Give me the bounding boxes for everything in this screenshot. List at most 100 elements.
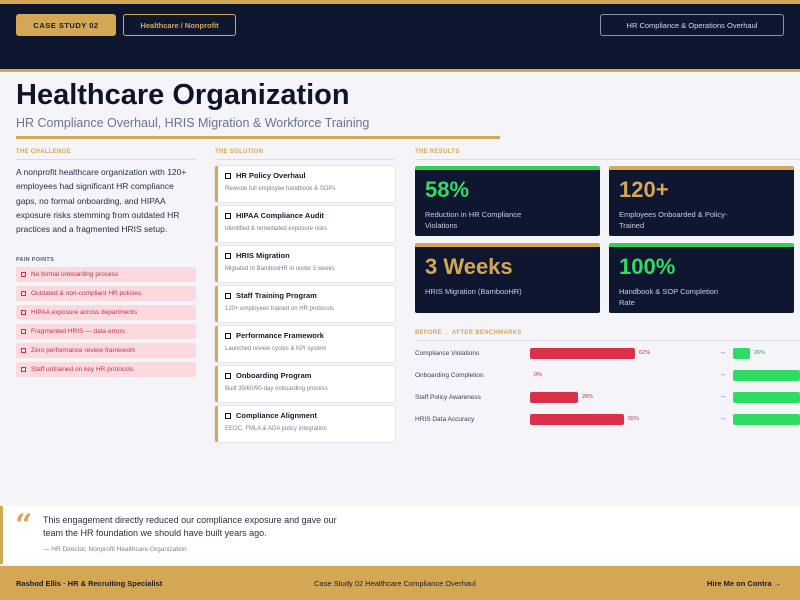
pain-point-label: Zero performance review framework [31,347,136,354]
pain-point-label: HIPAA exposure across departments [31,309,138,316]
result-value: 100% [619,254,676,279]
quote-icon: “ [15,508,33,543]
solution-title: HR Policy Overhaul [225,171,395,180]
pain-point-label: Outdated & non-compliant HR policies [31,290,142,297]
solution-heading: THE SOLUTION [215,149,395,160]
solution-description: Rewrote full employee handbook & SOPs [225,186,336,192]
title-divider [16,136,500,139]
arrow-right-icon: → [719,415,726,422]
arrow-right-icon: → [719,349,726,356]
solution-title: Performance Framework [225,331,395,340]
pain-point-item: Outdated & non-compliant HR policies [16,286,196,301]
after-value: 26% [754,350,766,356]
result-label: Reduction in HR Compliance Violations [425,210,522,230]
result-value: 58% [425,177,470,202]
checkbox-icon [21,367,26,372]
result-label: HRIS Migration (BambooHR) [425,287,522,296]
hire-me-link[interactable]: Hire Me on Contra → [707,579,781,588]
checkbox-icon [21,291,26,296]
benchmark-row: HRIS Data Accuracy 55% → [415,414,800,426]
header-bar: CASE STUDY 02 Healthcare / Nonprofit HR … [0,0,800,72]
before-bar [530,348,635,359]
result-value: 3 Weeks [425,254,513,279]
benchmark-label: Staff Policy Awareness [415,394,481,401]
testimonial-attribution: — HR Director, Nonprofit Healthcare Orga… [43,546,187,553]
solution-title-text: HIPAA Compliance Audit [236,211,325,220]
checkbox-icon [21,348,26,353]
pain-point-label: Staff untrained on key HR protocols [31,366,134,373]
testimonial: “ This engagement directly reduced our c… [0,506,800,564]
solution-title: HRIS Migration [225,251,395,260]
benchmark-label: HRIS Data Accuracy [415,416,475,423]
benchmark-row: Onboarding Completion 0% → [415,370,800,382]
checkbox-icon [225,252,231,259]
page-subtitle: HR Compliance Overhaul, HRIS Migration &… [16,116,370,130]
author-credit: Rashod Ellis · HR & Recruiting Specialis… [16,579,163,588]
arrow-right-icon: → [719,371,726,378]
benchmarks-heading: BEFORE → AFTER BENCHMARKS [415,330,800,341]
solution-card: Staff Training Program 120+ employees tra… [215,286,395,322]
before-value: 0% [534,372,542,378]
before-value: 55% [628,416,640,422]
result-label: Handbook & SOP Completion Rate [619,287,719,307]
checkbox-icon [225,332,231,339]
benchmark-row: Compliance Violations 62% → 26% [415,348,800,360]
benchmark-row: Staff Policy Awareness 28% → [415,392,800,404]
solution-card: HRIS Migration Migrated to BambooHR in un… [215,246,395,282]
solution-title: HIPAA Compliance Audit [225,211,395,220]
checkbox-icon [225,372,231,379]
project-tag[interactable]: HR Compliance & Operations Overhaul [600,14,784,36]
pain-points-heading: PAIN POINTS [16,257,55,263]
before-bar [530,414,624,425]
solution-card: HIPAA Compliance Audit Identified & remed… [215,206,395,242]
before-bar [530,392,578,403]
after-bar [733,414,800,425]
checkbox-icon [225,412,231,419]
before-value: 62% [639,350,651,356]
pain-point-label: Fragmented HRIS — data errors [31,328,125,335]
page-title: Healthcare Organization [16,79,350,111]
checkbox-icon [225,292,231,299]
footer-case-label: Case Study 02 Healthcare Compliance Over… [314,579,476,588]
pain-point-item: Staff untrained on key HR protocols [16,362,196,377]
solution-card: HR Policy Overhaul Rewrote full employee … [215,166,395,202]
result-card: 100% Handbook & SOP Completion Rate [609,243,794,313]
solution-title-text: Compliance Alignment [236,411,317,420]
challenge-heading: THE CHALLENGE [16,149,196,160]
solution-description: Identified & remediated exposure risks [225,226,328,232]
after-bar [733,348,750,359]
solution-title: Onboarding Program [225,371,395,380]
sector-tag[interactable]: Healthcare / Nonprofit [123,14,236,36]
before-value: 28% [582,394,594,400]
solution-title-text: HRIS Migration [236,251,290,260]
benchmark-label: Onboarding Completion [415,372,484,379]
solution-description: Migrated to BambooHR in under 3 weeks [225,266,335,272]
pain-point-item: No formal onboarding process [16,267,196,282]
solution-title-text: Staff Training Program [236,291,317,300]
solution-description: 120+ employees trained on HR protocols [225,306,334,312]
after-bar [733,392,800,403]
checkbox-icon [21,310,26,315]
pain-points-list: No formal onboarding process Outdated & n… [16,267,196,381]
after-bar [733,370,800,381]
solution-title-text: HR Policy Overhaul [236,171,306,180]
solution-description: EEOC, FMLA & ADA policy integration [225,426,327,432]
arrow-right-icon: → [719,393,726,400]
result-value: 120+ [619,177,669,202]
solution-title: Compliance Alignment [225,411,395,420]
pain-point-item: HIPAA exposure across departments [16,305,196,320]
footer-bar: Rashod Ellis · HR & Recruiting Specialis… [0,566,800,600]
solutions-list: HR Policy Overhaul Rewrote full employee … [215,166,395,446]
benchmark-label: Compliance Violations [415,350,480,357]
solution-card: Onboarding Program Built 30/60/90-day onb… [215,366,395,402]
pain-point-item: Fragmented HRIS — data errors [16,324,196,339]
checkbox-icon [21,329,26,334]
solution-card: Compliance Alignment EEOC, FMLA & ADA pol… [215,406,395,442]
result-card: 58% Reduction in HR Compliance Violations [415,166,600,236]
solution-description: Launched review cycles & KPI system [225,346,327,352]
solution-title-text: Onboarding Program [236,371,312,380]
solution-description: Built 30/60/90-day onboarding process [225,386,328,392]
result-label: Employees Onboarded & Policy-Trained [619,210,728,230]
result-card: 120+ Employees Onboarded & Policy-Trained [609,166,794,236]
checkbox-icon [21,272,26,277]
